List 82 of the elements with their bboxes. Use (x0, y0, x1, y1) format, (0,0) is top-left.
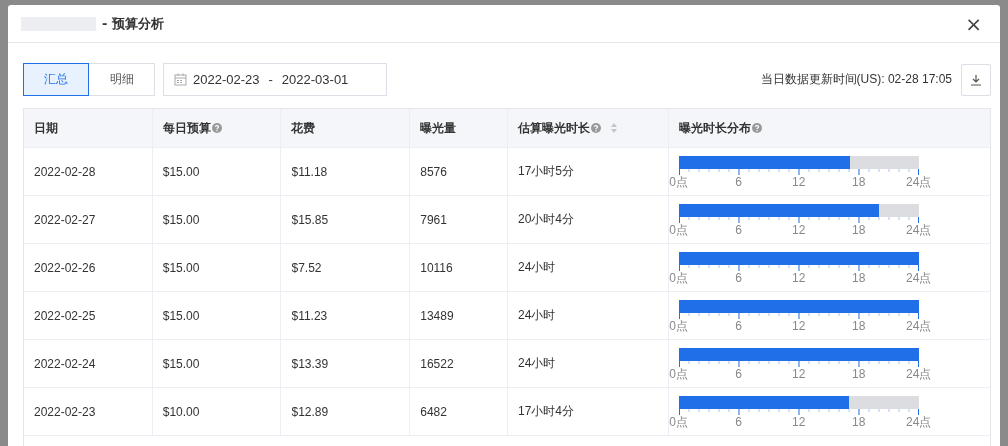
download-icon (970, 73, 982, 86)
axis-label: 24点 (906, 367, 932, 381)
table-cell: 2022-02-25 (34, 308, 96, 323)
axis-label: 18 (852, 175, 866, 189)
table-cell: $15.00 (162, 164, 200, 179)
axis-label: 12 (792, 271, 806, 285)
table-cell: 16522 (420, 356, 454, 371)
axis-label: 12 (792, 319, 806, 333)
table-cell: 24小时 (518, 307, 556, 324)
table-cell: 17小时4分 (518, 403, 575, 420)
axis-label: 24点 (906, 175, 932, 189)
column-header: 曝光时长分布 (678, 119, 751, 137)
axis-label: 0点 (669, 415, 689, 429)
table-cell: 8576 (420, 164, 447, 179)
close-button[interactable]: × (961, 13, 986, 34)
table-cell: $15.00 (162, 260, 200, 275)
axis-label: 18 (852, 223, 866, 237)
table-cell: $11.23 (291, 308, 328, 323)
download-button[interactable] (961, 63, 991, 96)
end-date: 2022-03-01 (281, 72, 349, 87)
table-cell: 24小时 (518, 355, 556, 372)
axis-label: 12 (792, 367, 806, 381)
axis-label: 6 (735, 367, 743, 381)
table-cell: 24小时 (518, 259, 556, 276)
table-cell: $11.18 (291, 164, 328, 179)
axis-label: 12 (792, 175, 806, 189)
table-cell: 6482 (420, 404, 447, 419)
axis-label: 24点 (906, 319, 932, 333)
table-cell: 13489 (420, 308, 454, 323)
table-cell: $7.52 (291, 260, 322, 275)
table-cell: 2022-02-26 (34, 260, 96, 275)
dialog-title: - 预算分析 (102, 14, 164, 33)
axis-label: 18 (852, 271, 866, 285)
table-cell: $13.39 (291, 356, 329, 371)
table-cell: $15.00 (162, 212, 200, 227)
axis-label: 18 (852, 367, 866, 381)
table-cell: 2022-02-27 (34, 212, 96, 227)
axis-label: 0点 (669, 319, 689, 333)
axis-label: 0点 (669, 271, 689, 285)
axis-label: 18 (852, 415, 866, 429)
table-cell: 10116 (420, 260, 453, 275)
calendar-icon (174, 73, 187, 86)
axis-label: 6 (735, 319, 743, 333)
table-cell: 2022-02-28 (34, 164, 96, 179)
view-tab[interactable]: 明细 (89, 63, 155, 96)
table-cell: 7961 (420, 212, 447, 227)
table-cell: $15.85 (291, 212, 329, 227)
axis-label: 6 (735, 271, 743, 285)
axis-label: 18 (852, 319, 866, 333)
axis-label: 24点 (906, 271, 932, 285)
column-header: 日期 (34, 119, 58, 137)
axis-label: 12 (792, 223, 806, 237)
axis-label: 6 (735, 223, 743, 237)
table-cell: 17小时5分 (518, 163, 575, 180)
date-range-field[interactable]: 2022-02-23 - 2022-03-01 (163, 63, 387, 96)
sort-icon[interactable] (610, 122, 618, 134)
range-separator: - (268, 72, 273, 87)
table-cell: 2022-02-23 (34, 404, 96, 419)
column-header: 估算曝光时长 (518, 119, 590, 137)
view-tab[interactable]: 汇总 (23, 63, 89, 96)
axis-label: 6 (735, 175, 743, 189)
table-cell: 20小时4分 (518, 211, 575, 228)
column-header: 每日预算 (162, 119, 211, 137)
axis-label: 12 (792, 415, 806, 429)
axis-label: 0点 (669, 175, 689, 189)
axis-label: 24点 (906, 223, 932, 237)
axis-label: 24点 (906, 415, 932, 429)
update-time: 当日数据更新时间(US): 02-28 17:05 (760, 71, 952, 88)
axis-label: 0点 (669, 223, 689, 237)
table-cell: 2022-02-24 (34, 356, 96, 371)
table-cell: $12.89 (291, 404, 329, 419)
help-icon[interactable] (591, 123, 601, 133)
table-cell: $15.00 (162, 308, 200, 323)
help-icon[interactable] (751, 123, 762, 133)
start-date: 2022-02-23 (193, 72, 260, 87)
table-cell: $15.00 (162, 356, 200, 371)
help-icon[interactable] (211, 123, 222, 133)
column-header: 曝光量 (420, 119, 457, 137)
table-cell: $10.00 (162, 404, 200, 419)
axis-label: 6 (735, 415, 743, 429)
column-header: 花费 (291, 119, 316, 137)
axis-label: 0点 (669, 367, 689, 381)
